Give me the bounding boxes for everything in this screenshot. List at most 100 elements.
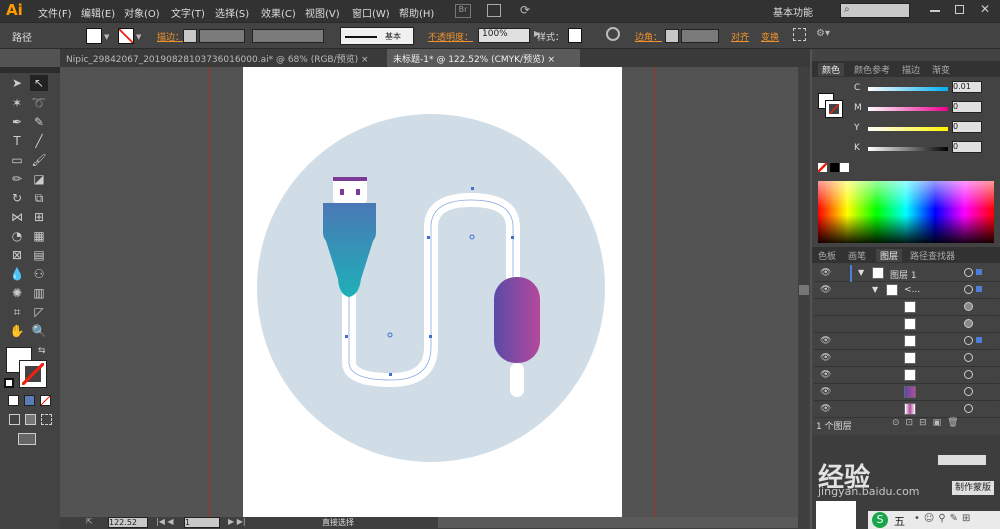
white-color-icon[interactable] — [840, 163, 849, 172]
stroke-label[interactable]: 描边： — [157, 30, 184, 43]
minimize-icon[interactable] — [930, 10, 940, 12]
menu-type[interactable]: 文字(T) — [171, 5, 205, 20]
artwork[interactable] — [243, 67, 622, 518]
pencil-tool-icon[interactable]: ✏ — [8, 171, 26, 187]
close-icon[interactable]: × — [547, 55, 555, 65]
maximize-icon[interactable] — [955, 5, 964, 14]
close-icon[interactable]: ✕ — [980, 2, 990, 16]
channel-k-slider[interactable] — [868, 147, 948, 151]
chevron-down-icon[interactable]: ▼ — [858, 268, 864, 277]
rectangle-tool-icon[interactable]: ▭ — [8, 152, 26, 168]
eye-icon[interactable]: 👁 — [820, 336, 831, 346]
draw-normal-icon[interactable] — [9, 414, 20, 425]
none-mode-icon[interactable] — [40, 395, 51, 406]
hand-tool-icon[interactable]: ✋ — [8, 323, 26, 339]
target-icon[interactable] — [964, 268, 973, 277]
control-menu-icon[interactable]: ⚙▾ — [816, 28, 830, 39]
first-artboard-icon[interactable]: |◀ ◀ — [156, 517, 174, 526]
draw-behind-icon[interactable] — [25, 414, 36, 425]
sublayer-row[interactable]: 👁 — [814, 350, 999, 367]
type-tool-icon[interactable]: T — [8, 133, 26, 149]
artboard-number-input[interactable]: 1 — [184, 517, 220, 528]
zoom-input[interactable]: 122.52 — [108, 517, 148, 528]
search-input[interactable]: ⌕ — [840, 3, 910, 18]
perspective-grid-tool-icon[interactable]: ▦ — [30, 228, 48, 244]
tab-swatches[interactable]: 色板 — [818, 249, 836, 262]
sublayer-row[interactable]: 👁 — [814, 401, 999, 418]
lasso-tool-icon[interactable]: ➰ — [30, 95, 48, 111]
next-artboard-icon[interactable]: ▶ ▶| — [228, 517, 246, 526]
eraser-tool-icon[interactable]: ◪ — [30, 171, 48, 187]
color-spectrum[interactable] — [818, 181, 994, 243]
tab-gradient[interactable]: 渐变 — [932, 63, 950, 76]
menu-effect[interactable]: 效果(C) — [261, 5, 296, 20]
scrollbar-thumb[interactable] — [799, 285, 809, 295]
make-mask-button[interactable]: 制作蒙版 — [952, 481, 994, 495]
eye-icon[interactable]: 👁 — [820, 404, 831, 414]
ime-mode[interactable]: 五 — [894, 513, 905, 529]
menu-file[interactable]: 文件(F) — [38, 5, 72, 20]
rotate-tool-icon[interactable]: ↻ — [8, 190, 26, 206]
default-fill-stroke-icon[interactable] — [4, 378, 14, 388]
menu-select[interactable]: 选择(S) — [215, 5, 249, 20]
selection-tool-icon[interactable]: ➤ — [8, 75, 26, 91]
menu-edit[interactable]: 编辑(E) — [81, 5, 115, 20]
channel-y-slider[interactable] — [868, 127, 948, 131]
transform-link[interactable]: 变换 — [761, 30, 779, 43]
scale-tool-icon[interactable]: ⧉ — [30, 190, 48, 206]
direct-selection-tool-icon[interactable]: ↖ — [30, 75, 48, 91]
opacity-slider[interactable] — [938, 455, 986, 465]
pen-tool-icon[interactable]: ✒ — [8, 114, 26, 130]
blend-tool-icon[interactable]: ⚇ — [30, 266, 48, 282]
opacity-label[interactable]: 不透明度： — [428, 30, 473, 43]
arrange-documents-icon[interactable] — [487, 4, 501, 17]
channel-c-slider[interactable] — [868, 87, 948, 91]
graphic-style-swatch[interactable] — [568, 28, 582, 43]
target-icon[interactable] — [964, 302, 973, 311]
bridge-icon[interactable]: Br — [455, 4, 471, 18]
opacity-input[interactable]: 100% — [478, 28, 530, 43]
curvature-tool-icon[interactable]: ✎ — [30, 114, 48, 130]
target-icon[interactable] — [964, 387, 973, 396]
channel-k-input[interactable]: 0 — [952, 141, 982, 153]
sublayer-row[interactable] — [814, 299, 999, 316]
channel-m-input[interactable]: 0 — [952, 101, 982, 113]
chevron-down-icon[interactable]: ▼ — [136, 33, 141, 41]
stroke-weight-input[interactable] — [199, 29, 245, 43]
corner-stepper[interactable] — [665, 29, 679, 43]
target-icon[interactable] — [964, 353, 973, 362]
swap-fill-stroke-icon[interactable]: ⇆ — [38, 346, 46, 356]
layer-row[interactable]: 👁 ▼ 图层 1 — [814, 265, 999, 282]
mesh-tool-icon[interactable]: ⊠ — [8, 247, 26, 263]
target-icon[interactable] — [964, 336, 973, 345]
gpu-icon[interactable]: ⟳ — [520, 3, 530, 17]
tab-color-guide[interactable]: 颜色参考 — [854, 63, 890, 76]
paintbrush-tool-icon[interactable]: 🖌 — [30, 152, 48, 168]
slice-tool-icon[interactable]: ◸ — [30, 304, 48, 320]
current-tool-status[interactable]: 直接选择 — [322, 517, 354, 528]
canvas-vertical-scrollbar[interactable] — [798, 67, 810, 517]
tab-layers[interactable]: 图层 — [876, 249, 903, 262]
sublayer-row[interactable]: 👁 — [814, 367, 999, 384]
tab-color[interactable]: 颜色 — [818, 63, 845, 76]
channel-y-input[interactable]: 0 — [952, 121, 982, 133]
channel-c-input[interactable]: 0.01 — [952, 81, 982, 93]
eye-icon[interactable]: 👁 — [820, 268, 831, 278]
tab-document-untitled[interactable]: 未标题-1* @ 122.52% (CMYK/预览) × — [387, 49, 580, 67]
target-icon[interactable] — [964, 285, 973, 294]
fill-swatch[interactable] — [86, 28, 102, 44]
target-icon[interactable] — [964, 404, 973, 413]
menu-object[interactable]: 对象(O) — [124, 5, 160, 20]
eye-icon[interactable]: 👁 — [820, 353, 831, 363]
group-name[interactable]: <... — [904, 285, 920, 295]
eye-icon[interactable]: 👁 — [820, 370, 831, 380]
channel-m-slider[interactable] — [868, 107, 948, 111]
screen-mode-icon[interactable] — [18, 433, 36, 445]
recolor-artwork-icon[interactable] — [606, 27, 620, 41]
column-graph-tool-icon[interactable]: ▥ — [30, 285, 48, 301]
line-tool-icon[interactable]: ╱ — [30, 133, 48, 149]
tab-stroke[interactable]: 描边 — [902, 63, 920, 76]
eye-icon[interactable]: 👁 — [820, 285, 831, 295]
draw-inside-icon[interactable] — [41, 414, 52, 425]
connector-plug-tip[interactable] — [510, 363, 524, 397]
